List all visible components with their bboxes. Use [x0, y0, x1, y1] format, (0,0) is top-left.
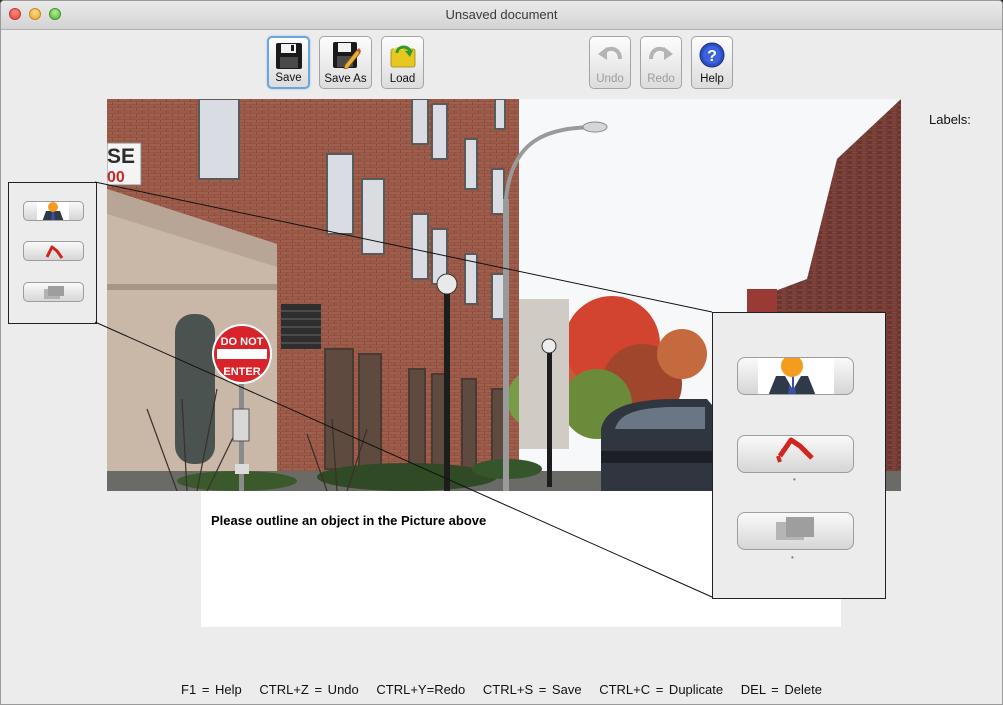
tool-palette-small [8, 182, 97, 324]
gray-stack-icon [776, 517, 814, 540]
load-button[interactable]: Load [381, 36, 424, 89]
floppy-disk-icon [275, 43, 302, 69]
building-sign-text: SE [107, 145, 135, 168]
help-question-icon: ? [699, 42, 725, 68]
svg-text:?: ? [707, 48, 717, 65]
save-label: Save [275, 72, 302, 84]
shortcuts-bar: F1 = Help CTRL+Z = Undo CTRL+Y=Redo CTRL… [1, 682, 1002, 697]
outline-tool-button-zoomed[interactable] [737, 435, 854, 473]
window-title: Unsaved document [445, 7, 558, 22]
load-label: Load [389, 73, 416, 85]
save-as-button[interactable]: Save As [319, 36, 372, 89]
red-polyline-icon [45, 245, 64, 259]
save-as-label: Save As [324, 73, 367, 85]
tool-palette-zoomed: • • [712, 312, 886, 599]
undo-arrow-icon [598, 46, 622, 60]
stop-sign-text-bottom: ENTER [223, 366, 260, 378]
shortcut-undo: CTRL+Z = Undo [259, 682, 359, 697]
folder-open-icon [390, 45, 415, 68]
shortcut-help: F1 = Help [181, 682, 242, 697]
instruction-text: Please outline an object in the Picture … [211, 513, 487, 528]
redo-arrow-icon [649, 46, 673, 60]
undo-button[interactable]: Undo [589, 36, 631, 89]
svg-text:00: 00 [107, 169, 125, 186]
title-bar: Unsaved document [1, 1, 1002, 30]
floppy-pencil-icon [332, 42, 361, 69]
outline-tool-button[interactable] [23, 241, 84, 261]
person-tool-button-zoomed[interactable] [737, 357, 854, 395]
person-tool-button[interactable] [23, 201, 84, 221]
person-icon [37, 202, 69, 220]
help-button[interactable]: ? Help [691, 36, 733, 89]
help-label: Help [700, 73, 724, 85]
save-button[interactable]: Save [267, 36, 310, 89]
app-window: Unsaved document Save Save As Load Undo … [0, 0, 1003, 705]
person-icon [758, 358, 834, 394]
shortcut-delete: DEL = Delete [740, 682, 822, 697]
shortcut-duplicate: CTRL+C = Duplicate [599, 682, 724, 697]
redo-label: Redo [647, 73, 675, 85]
stop-sign-text-top: DO NOT [221, 336, 264, 348]
shortcut-save: CTRL+S = Save [482, 682, 582, 697]
stack-tool-button[interactable] [23, 282, 84, 302]
redo-button[interactable]: Redo [640, 36, 682, 89]
shortcut-redo: CTRL+Y=Redo [376, 682, 466, 697]
undo-label: Undo [596, 73, 624, 85]
red-polyline-icon [776, 437, 814, 463]
stack-tool-button-zoomed[interactable] [737, 512, 854, 550]
labels-heading: Labels: [929, 112, 971, 127]
gray-stack-icon [44, 286, 64, 299]
